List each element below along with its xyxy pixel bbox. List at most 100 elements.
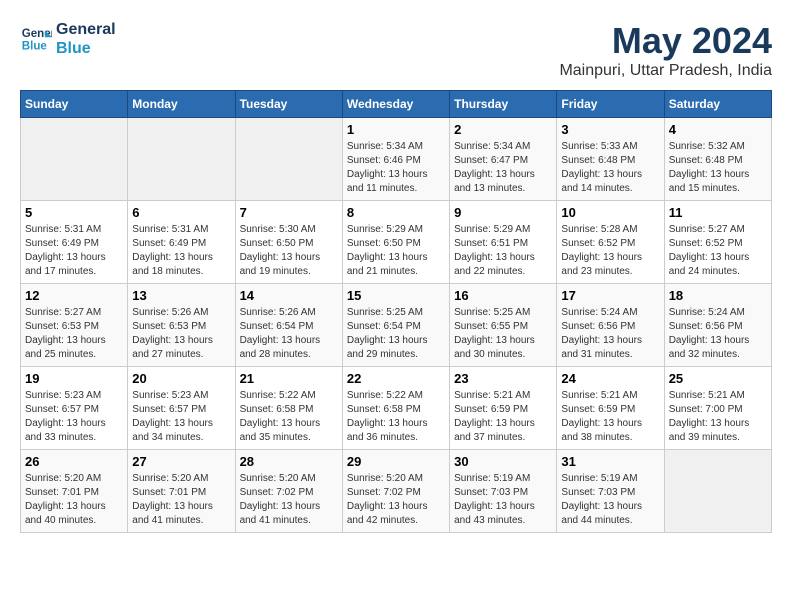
calendar-cell: 14 Sunrise: 5:26 AMSunset: 6:54 PMDayligh… bbox=[235, 284, 342, 367]
calendar-cell: 20Sunrise: 5:23 AMSunset: 6:57 PMDayligh… bbox=[128, 367, 235, 450]
day-number: 30 bbox=[454, 454, 552, 469]
day-info: Sunrise: 5:22 AMSunset: 6:58 PMDaylight:… bbox=[347, 389, 445, 445]
header: General Blue General Blue May 2024 Mainp… bbox=[20, 20, 772, 80]
day-info: Sunrise: 5:33 AMSunset: 6:48 PMDaylight:… bbox=[561, 140, 659, 196]
calendar-cell: 12 Sunrise: 5:27 AMSunset: 6:53 PMDayligh… bbox=[21, 284, 128, 367]
day-number: 15 bbox=[347, 288, 445, 303]
day-number: 2 bbox=[454, 122, 552, 137]
day-number: 9 bbox=[454, 205, 552, 220]
calendar-cell: 9 Sunrise: 5:29 AMSunset: 6:51 PMDaylight… bbox=[450, 201, 557, 284]
day-number: 23 bbox=[454, 371, 552, 386]
day-info: Sunrise: 5:21 AMSunset: 6:59 PMDaylight:… bbox=[561, 389, 659, 445]
calendar-cell: 21 Sunrise: 5:22 AMSunset: 6:58 PMDayligh… bbox=[235, 367, 342, 450]
logo-blue: Blue bbox=[56, 39, 116, 58]
calendar-cell: 30 Sunrise: 5:19 AMSunset: 7:03 PMDayligh… bbox=[450, 450, 557, 533]
day-number: 19 bbox=[25, 371, 123, 386]
calendar-cell: 3 Sunrise: 5:33 AMSunset: 6:48 PMDaylight… bbox=[557, 118, 664, 201]
day-info: Sunrise: 5:25 AMSunset: 6:55 PMDaylight:… bbox=[454, 306, 552, 362]
day-info: Sunrise: 5:23 AMSunset: 6:57 PMDaylight:… bbox=[25, 389, 123, 445]
day-info: Sunrise: 5:29 AMSunset: 6:51 PMDaylight:… bbox=[454, 223, 552, 279]
day-info: Sunrise: 5:20 AMSunset: 7:02 PMDaylight:… bbox=[240, 472, 338, 528]
day-number: 8 bbox=[347, 205, 445, 220]
week-row-5: 26 Sunrise: 5:20 AMSunset: 7:01 PMDayligh… bbox=[21, 450, 772, 533]
calendar-cell: 29 Sunrise: 5:20 AMSunset: 7:02 PMDayligh… bbox=[342, 450, 449, 533]
day-number: 22 bbox=[347, 371, 445, 386]
day-info: Sunrise: 5:27 AMSunset: 6:53 PMDaylight:… bbox=[25, 306, 123, 362]
day-number: 5 bbox=[25, 205, 123, 220]
day-number: 4 bbox=[669, 122, 767, 137]
day-number: 27 bbox=[132, 454, 230, 469]
week-row-4: 19 Sunrise: 5:23 AMSunset: 6:57 PMDayligh… bbox=[21, 367, 772, 450]
day-info: Sunrise: 5:34 AMSunset: 6:47 PMDaylight:… bbox=[454, 140, 552, 196]
day-number: 21 bbox=[240, 371, 338, 386]
calendar-cell: 8Sunrise: 5:29 AMSunset: 6:50 PMDaylight… bbox=[342, 201, 449, 284]
calendar-cell: 13Sunrise: 5:26 AMSunset: 6:53 PMDayligh… bbox=[128, 284, 235, 367]
day-info: Sunrise: 5:31 AMSunset: 6:49 PMDaylight:… bbox=[132, 223, 230, 279]
calendar-cell: 19 Sunrise: 5:23 AMSunset: 6:57 PMDayligh… bbox=[21, 367, 128, 450]
day-number: 29 bbox=[347, 454, 445, 469]
day-info: Sunrise: 5:25 AMSunset: 6:54 PMDaylight:… bbox=[347, 306, 445, 362]
calendar-cell: 11Sunrise: 5:27 AMSunset: 6:52 PMDayligh… bbox=[664, 201, 771, 284]
day-number: 25 bbox=[669, 371, 767, 386]
calendar-cell: 31 Sunrise: 5:19 AMSunset: 7:03 PMDayligh… bbox=[557, 450, 664, 533]
day-info: Sunrise: 5:20 AMSunset: 7:02 PMDaylight:… bbox=[347, 472, 445, 528]
day-number: 3 bbox=[561, 122, 659, 137]
day-info: Sunrise: 5:26 AMSunset: 6:53 PMDaylight:… bbox=[132, 306, 230, 362]
week-row-2: 5 Sunrise: 5:31 AMSunset: 6:49 PMDaylight… bbox=[21, 201, 772, 284]
weekday-header-monday: Monday bbox=[128, 91, 235, 118]
calendar-cell: 18 Sunrise: 5:24 AMSunset: 6:56 PMDayligh… bbox=[664, 284, 771, 367]
day-number: 6 bbox=[132, 205, 230, 220]
weekday-header-sunday: Sunday bbox=[21, 91, 128, 118]
day-info: Sunrise: 5:24 AMSunset: 6:56 PMDaylight:… bbox=[561, 306, 659, 362]
svg-text:Blue: Blue bbox=[22, 41, 48, 53]
day-number: 16 bbox=[454, 288, 552, 303]
day-info: Sunrise: 5:19 AMSunset: 7:03 PMDaylight:… bbox=[454, 472, 552, 528]
day-number: 18 bbox=[669, 288, 767, 303]
day-number: 17 bbox=[561, 288, 659, 303]
weekday-header-wednesday: Wednesday bbox=[342, 91, 449, 118]
day-info: Sunrise: 5:21 AMSunset: 6:59 PMDaylight:… bbox=[454, 389, 552, 445]
day-number: 20 bbox=[132, 371, 230, 386]
day-info: Sunrise: 5:27 AMSunset: 6:52 PMDaylight:… bbox=[669, 223, 767, 279]
calendar-cell: 23 Sunrise: 5:21 AMSunset: 6:59 PMDayligh… bbox=[450, 367, 557, 450]
weekday-header-tuesday: Tuesday bbox=[235, 91, 342, 118]
logo-general: General bbox=[56, 20, 116, 39]
day-number: 28 bbox=[240, 454, 338, 469]
day-info: Sunrise: 5:32 AMSunset: 6:48 PMDaylight:… bbox=[669, 140, 767, 196]
logo: General Blue General Blue bbox=[20, 20, 116, 58]
week-row-1: 1 Sunrise: 5:34 AMSunset: 6:46 PMDaylight… bbox=[21, 118, 772, 201]
day-info: Sunrise: 5:20 AMSunset: 7:01 PMDaylight:… bbox=[25, 472, 123, 528]
calendar-cell: 17 Sunrise: 5:24 AMSunset: 6:56 PMDayligh… bbox=[557, 284, 664, 367]
day-info: Sunrise: 5:19 AMSunset: 7:03 PMDaylight:… bbox=[561, 472, 659, 528]
calendar-cell: 28 Sunrise: 5:20 AMSunset: 7:02 PMDayligh… bbox=[235, 450, 342, 533]
calendar-cell: 27 Sunrise: 5:20 AMSunset: 7:01 PMDayligh… bbox=[128, 450, 235, 533]
day-number: 1 bbox=[347, 122, 445, 137]
day-info: Sunrise: 5:24 AMSunset: 6:56 PMDaylight:… bbox=[669, 306, 767, 362]
day-info: Sunrise: 5:26 AMSunset: 6:54 PMDaylight:… bbox=[240, 306, 338, 362]
calendar-cell: 15 Sunrise: 5:25 AMSunset: 6:54 PMDayligh… bbox=[342, 284, 449, 367]
calendar-cell: 24Sunrise: 5:21 AMSunset: 6:59 PMDayligh… bbox=[557, 367, 664, 450]
subtitle: Mainpuri, Uttar Pradesh, India bbox=[559, 62, 772, 80]
calendar-cell: 6 Sunrise: 5:31 AMSunset: 6:49 PMDaylight… bbox=[128, 201, 235, 284]
calendar-cell bbox=[664, 450, 771, 533]
calendar-cell: 7Sunrise: 5:30 AMSunset: 6:50 PMDaylight… bbox=[235, 201, 342, 284]
weekday-header-friday: Friday bbox=[557, 91, 664, 118]
weekday-header-row: SundayMondayTuesdayWednesdayThursdayFrid… bbox=[21, 91, 772, 118]
calendar-cell: 25Sunrise: 5:21 AMSunset: 7:00 PMDayligh… bbox=[664, 367, 771, 450]
day-number: 12 bbox=[25, 288, 123, 303]
day-number: 14 bbox=[240, 288, 338, 303]
day-info: Sunrise: 5:28 AMSunset: 6:52 PMDaylight:… bbox=[561, 223, 659, 279]
calendar-cell: 26 Sunrise: 5:20 AMSunset: 7:01 PMDayligh… bbox=[21, 450, 128, 533]
day-number: 26 bbox=[25, 454, 123, 469]
day-info: Sunrise: 5:34 AMSunset: 6:46 PMDaylight:… bbox=[347, 140, 445, 196]
day-info: Sunrise: 5:31 AMSunset: 6:49 PMDaylight:… bbox=[25, 223, 123, 279]
calendar-cell: 16 Sunrise: 5:25 AMSunset: 6:55 PMDayligh… bbox=[450, 284, 557, 367]
day-info: Sunrise: 5:20 AMSunset: 7:01 PMDaylight:… bbox=[132, 472, 230, 528]
calendar-cell: 22 Sunrise: 5:22 AMSunset: 6:58 PMDayligh… bbox=[342, 367, 449, 450]
calendar-cell: 4 Sunrise: 5:32 AMSunset: 6:48 PMDaylight… bbox=[664, 118, 771, 201]
weekday-header-saturday: Saturday bbox=[664, 91, 771, 118]
day-info: Sunrise: 5:22 AMSunset: 6:58 PMDaylight:… bbox=[240, 389, 338, 445]
calendar-cell: 1 Sunrise: 5:34 AMSunset: 6:46 PMDaylight… bbox=[342, 118, 449, 201]
day-number: 31 bbox=[561, 454, 659, 469]
main-title: May 2024 bbox=[559, 20, 772, 62]
